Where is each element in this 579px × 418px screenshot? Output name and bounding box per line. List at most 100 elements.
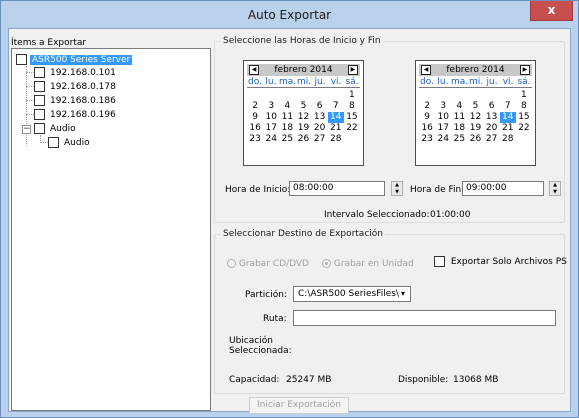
- audio-child-checkbox[interactable]: [48, 137, 59, 148]
- calendar-day[interactable]: 6: [484, 101, 500, 112]
- calendar-day[interactable]: 5: [295, 101, 311, 112]
- radio-cd-dvd-icon[interactable]: [227, 259, 236, 268]
- calendar-day[interactable]: 20: [312, 123, 328, 134]
- calendar-day[interactable]: 22: [516, 123, 532, 134]
- calendar-day[interactable]: 27: [484, 134, 500, 145]
- audio-parent-checkbox[interactable]: [34, 123, 45, 134]
- items-tree[interactable]: ASR500 Series Server 192.168.0.101 192.1…: [11, 48, 211, 411]
- calendar-day[interactable]: 25: [451, 134, 467, 145]
- radio-unit[interactable]: Grabar en Unidad: [322, 259, 414, 269]
- calendar-day[interactable]: 25: [279, 134, 295, 145]
- calendar-day[interactable]: 5: [467, 101, 483, 112]
- calendar-day[interactable]: 15: [344, 112, 360, 123]
- calendar-day[interactable]: 14: [499, 112, 516, 123]
- tree-root[interactable]: ASR500 Series Server: [16, 53, 133, 66]
- calendar-day[interactable]: 16: [419, 123, 435, 134]
- tree-item-address[interactable]: 192.168.0.186: [34, 94, 118, 107]
- calendar-day[interactable]: 1: [516, 90, 532, 101]
- calendar-day[interactable]: 2: [419, 101, 435, 112]
- tree-item-address[interactable]: 192.168.0.178: [34, 80, 118, 93]
- tree-item-address[interactable]: 192.168.0.196: [34, 108, 118, 121]
- calendar-day[interactable]: 27: [312, 134, 328, 145]
- end-time-input[interactable]: 09:00:00: [462, 181, 544, 196]
- title-bar[interactable]: Auto Exportar x: [1, 1, 578, 28]
- address-checkbox[interactable]: [34, 81, 45, 92]
- start-calendar[interactable]: ◀ febrero 2014 ▶ do. lu. ma. mi. ju. vi.…: [243, 60, 364, 166]
- calendar-day[interactable]: 8: [344, 101, 360, 112]
- radio-unit-icon[interactable]: [322, 259, 331, 268]
- partition-select[interactable]: C:\ASR500 SeriesFiles\ ▾: [293, 286, 411, 302]
- collapse-expander[interactable]: −: [22, 125, 31, 134]
- close-button[interactable]: x: [530, 1, 573, 21]
- weekday: sá.: [517, 77, 531, 87]
- calendar-day[interactable]: 19: [295, 123, 311, 134]
- calendar-day[interactable]: 18: [279, 123, 295, 134]
- calendar-day[interactable]: 18: [451, 123, 467, 134]
- calendar-day[interactable]: 12: [467, 112, 483, 123]
- calendar-day[interactable]: 14: [327, 112, 344, 123]
- calendar-day[interactable]: 9: [247, 112, 263, 123]
- calendar-day[interactable]: 9: [419, 112, 435, 123]
- route-input[interactable]: [293, 310, 556, 326]
- calendar-day[interactable]: 8: [516, 101, 532, 112]
- calendar-day[interactable]: 13: [312, 112, 328, 123]
- address-checkbox[interactable]: [34, 95, 45, 106]
- calendar-day[interactable]: 2: [247, 101, 263, 112]
- calendar-grid[interactable]: 1 2 3 4 5 6 7 8 9 10 11 12 13 14 15 16 17 18 19 20 21 22 23 24 2…: [419, 90, 532, 145]
- calendar-day[interactable]: 4: [451, 101, 467, 112]
- calendar-day[interactable]: 21: [500, 123, 516, 134]
- calendar-day[interactable]: 15: [516, 112, 532, 123]
- prev-month-icon[interactable]: ◀: [421, 65, 431, 75]
- spin-down-icon[interactable]: ▼: [392, 189, 402, 196]
- root-label[interactable]: ASR500 Series Server: [30, 54, 133, 65]
- calendar-day[interactable]: 4: [279, 101, 295, 112]
- tree-item-audio-child[interactable]: Audio: [48, 136, 92, 149]
- spin-down-icon[interactable]: ▼: [550, 189, 560, 196]
- calendar-grid[interactable]: 1 2 3 4 5 6 7 8 9 10 11 12 13 14 15 16 17 18 19 20 21 22 23 24 2…: [247, 90, 360, 145]
- calendar-day[interactable]: 21: [328, 123, 344, 134]
- start-time-input[interactable]: 08:00:00: [289, 181, 385, 196]
- calendar-day[interactable]: 23: [419, 134, 435, 145]
- address-checkbox[interactable]: [34, 109, 45, 120]
- calendar-day[interactable]: 17: [263, 123, 279, 134]
- calendar-day[interactable]: 24: [435, 134, 451, 145]
- calendar-day[interactable]: 28: [500, 134, 516, 145]
- end-calendar[interactable]: ◀ febrero 2014 ▶ do. lu. ma. mi. ju. vi.…: [415, 60, 536, 166]
- tree-item-audio-parent[interactable]: Audio: [34, 122, 78, 135]
- calendar-day[interactable]: 12: [295, 112, 311, 123]
- tree-item-address[interactable]: 192.168.0.101: [34, 66, 118, 79]
- prev-month-icon[interactable]: ◀: [249, 65, 259, 75]
- address-label: 192.168.0.186: [50, 95, 116, 106]
- calendar-day[interactable]: 10: [435, 112, 451, 123]
- end-time-spinner[interactable]: ▲ ▼: [549, 181, 561, 196]
- calendar-day[interactable]: 3: [263, 101, 279, 112]
- calendar-day[interactable]: 11: [451, 112, 467, 123]
- calendar-day[interactable]: 10: [263, 112, 279, 123]
- address-checkbox[interactable]: [34, 67, 45, 78]
- calendar-day[interactable]: 24: [263, 134, 279, 145]
- start-time-spinner[interactable]: ▲ ▼: [391, 181, 403, 196]
- start-export-button[interactable]: Iniciar Exportación: [249, 397, 349, 414]
- next-month-icon[interactable]: ▶: [347, 65, 358, 75]
- calendar-day[interactable]: 7: [328, 101, 344, 112]
- calendar-day[interactable]: 26: [467, 134, 483, 145]
- calendar-day[interactable]: 19: [467, 123, 483, 134]
- next-month-icon[interactable]: ▶: [519, 65, 530, 75]
- calendar-day[interactable]: 22: [344, 123, 360, 134]
- calendar-day[interactable]: 16: [247, 123, 263, 134]
- calendar-day[interactable]: 1: [344, 90, 360, 101]
- radio-cd-dvd[interactable]: Grabar CD/DVD: [227, 259, 309, 269]
- calendar-day[interactable]: 11: [279, 112, 295, 123]
- calendar-day[interactable]: 23: [247, 134, 263, 145]
- calendar-day[interactable]: 28: [328, 134, 344, 145]
- export-ps-only-box[interactable]: [434, 256, 445, 267]
- root-checkbox[interactable]: [16, 54, 27, 65]
- calendar-day[interactable]: 6: [312, 101, 328, 112]
- calendar-day[interactable]: 7: [500, 101, 516, 112]
- calendar-day[interactable]: 3: [435, 101, 451, 112]
- calendar-day[interactable]: 26: [295, 134, 311, 145]
- calendar-day[interactable]: 17: [435, 123, 451, 134]
- export-ps-only-checkbox[interactable]: Exportar Solo Archivos PS: [434, 256, 567, 267]
- calendar-day[interactable]: 13: [484, 112, 500, 123]
- calendar-day[interactable]: 20: [484, 123, 500, 134]
